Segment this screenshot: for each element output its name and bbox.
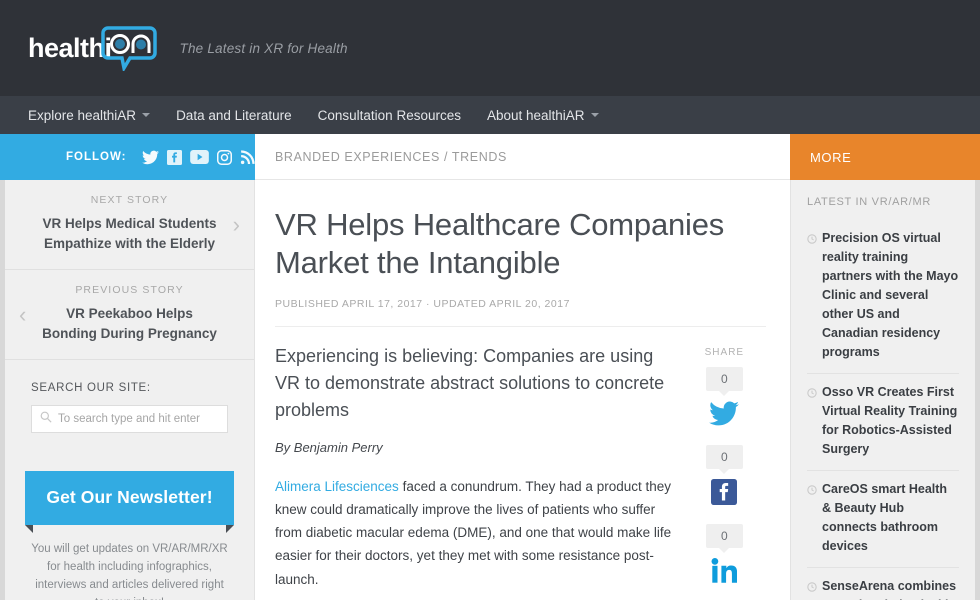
clock-icon	[807, 385, 817, 459]
social-icon-list	[142, 149, 256, 165]
ribbon-corner-left-icon	[25, 525, 33, 534]
next-story-title: VR Helps Medical Students Empathize with…	[42, 216, 217, 251]
nav-label: Data and Literature	[176, 107, 292, 123]
nav-label: Consultation Resources	[317, 107, 461, 123]
site-logo[interactable]: healthi The Latest in XR for Health	[28, 25, 348, 71]
twitter-icon[interactable]	[709, 401, 740, 431]
ribbon-corner-right-icon	[226, 525, 234, 534]
nav-label: Explore healthiAR	[28, 107, 137, 123]
article-paragraph-1: Alimera Lifesciences faced a conundrum. …	[275, 475, 673, 591]
breadcrumb[interactable]: BRANDED EXPERIENCES / TRENDS	[275, 150, 507, 164]
linkedin-share-count[interactable]: 0	[706, 523, 743, 553]
article-meta: PUBLISHED APRIL 17, 2017 · UPDATED APRIL…	[275, 298, 766, 327]
clock-icon	[807, 482, 817, 556]
list-item[interactable]: SenseArena combines mental and physical …	[807, 568, 959, 600]
facebook-share-count[interactable]: 0	[706, 444, 743, 474]
nav-item-consultation-resources[interactable]: Consultation Resources	[318, 108, 461, 123]
body-row: NEXT STORY VR Helps Medical Students Emp…	[0, 180, 980, 600]
rss-icon[interactable]	[240, 149, 256, 165]
latest-section-label: LATEST IN VR/AR/MR	[807, 196, 932, 208]
list-item-title: Osso VR Creates First Virtual Reality Tr…	[822, 385, 958, 456]
page-title: VR Helps Healthcare Companies Market the…	[275, 207, 725, 280]
share-item-linkedin: 0	[706, 523, 743, 600]
logo-ar-bubble-icon	[100, 25, 158, 71]
site-tagline: The Latest in XR for Health	[179, 40, 348, 56]
article-paragraph-1-text: faced a conundrum. They had a product th…	[275, 478, 672, 587]
follow-bar: FOLLOW:	[0, 134, 256, 180]
chevron-left-icon: ‹	[19, 301, 27, 327]
chevron-right-icon: ›	[232, 211, 240, 237]
more-label: MORE	[810, 149, 852, 165]
nav-label: About healthiAR	[486, 107, 585, 123]
share-rail: SHARE 0 0 0	[683, 343, 766, 600]
more-button[interactable]: MORE	[790, 134, 980, 180]
facebook-icon[interactable]	[167, 149, 183, 165]
clock-icon	[807, 579, 817, 600]
search-icon	[40, 410, 52, 428]
previous-story-link[interactable]: PREVIOUS STORY VR Peekaboo Helps Bonding…	[5, 270, 254, 361]
list-item[interactable]: CareOS smart Health & Beauty Hub connect…	[807, 471, 959, 568]
list-item[interactable]: Precision OS virtual reality training pa…	[807, 220, 959, 374]
list-item-title: CareOS smart Health & Beauty Hub connect…	[822, 482, 948, 553]
article-subheading: Experiencing is believing: Companies are…	[275, 345, 665, 420]
article-byline: By Benjamin Perry	[275, 439, 383, 455]
linkedin-icon[interactable]	[711, 557, 738, 589]
newsletter-banner[interactable]: Get Our Newsletter!	[25, 471, 234, 534]
search-field[interactable]	[31, 405, 228, 434]
chevron-down-icon	[590, 113, 599, 117]
list-item[interactable]: Osso VR Creates First Virtual Reality Tr…	[807, 374, 959, 471]
share-label: SHARE	[704, 346, 745, 358]
breadcrumb-bar: BRANDED EXPERIENCES / TRENDS	[255, 134, 790, 180]
youtube-icon[interactable]	[190, 150, 210, 164]
list-item-title: SenseArena combines mental and physical …	[822, 579, 957, 600]
nav-item-about[interactable]: About healthiAR	[487, 108, 599, 123]
twitter-icon[interactable]	[142, 150, 160, 165]
newsletter-widget: Get Our Newsletter! You will get updates…	[5, 471, 254, 600]
article-inner: Experiencing is believing: Companies are…	[275, 343, 766, 600]
alimera-lifesciences-link[interactable]: Alimera Lifesciences	[275, 479, 399, 494]
chevron-down-icon	[142, 113, 151, 117]
previous-story-title: VR Peekaboo Helps Bonding During Pregnan…	[42, 306, 217, 341]
sub-bar: FOLLOW: BRANDED EXPERIENCES / TRENDS MOR…	[0, 134, 980, 180]
facebook-icon[interactable]	[711, 478, 738, 510]
site-header: healthi The Latest in XR for Health	[0, 0, 980, 96]
list-item-title: Precision OS virtual reality training pa…	[822, 231, 959, 359]
page-root: healthi The Latest in XR for Health Expl…	[0, 0, 980, 600]
article-column: VR Helps Healthcare Companies Market the…	[255, 180, 790, 600]
main-navigation: Explore healthiAR Data and Literature Co…	[0, 96, 980, 134]
search-input[interactable]	[58, 413, 227, 426]
instagram-icon[interactable]	[217, 149, 233, 165]
clock-icon	[807, 231, 817, 362]
share-item-twitter: 0	[706, 366, 743, 445]
nav-item-data-literature[interactable]: Data and Literature	[176, 108, 292, 123]
next-story-link[interactable]: NEXT STORY VR Helps Medical Students Emp…	[5, 180, 254, 271]
twitter-share-count[interactable]: 0	[706, 366, 743, 396]
right-sidebar: LATEST IN VR/AR/MR Precision OS virtual …	[790, 180, 980, 600]
nav-item-explore[interactable]: Explore healthiAR	[28, 107, 151, 123]
left-sidebar: NEXT STORY VR Helps Medical Students Emp…	[0, 180, 255, 600]
logo-mark: healthi	[28, 25, 158, 71]
share-item-facebook: 0	[706, 444, 743, 524]
newsletter-banner-label: Get Our Newsletter!	[46, 487, 213, 508]
search-block: SEARCH OUR SITE:	[5, 360, 254, 434]
next-story-kicker: NEXT STORY	[90, 194, 169, 206]
previous-story-kicker: PREVIOUS STORY	[75, 284, 184, 297]
search-label: SEARCH OUR SITE:	[31, 382, 151, 395]
follow-label: FOLLOW:	[66, 151, 127, 163]
article-body: Experiencing is believing: Companies are…	[275, 343, 673, 600]
newsletter-description: You will get updates on VR/AR/MR/XR for …	[31, 543, 228, 600]
